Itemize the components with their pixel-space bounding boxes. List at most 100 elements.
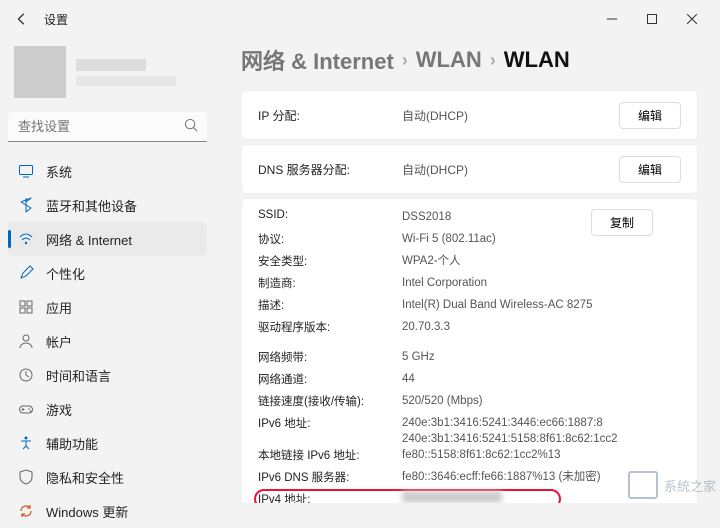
detail-row: 描述:Intel(R) Dual Band Wireless-AC 8275 [258, 297, 681, 319]
detail-row: 安全类型:WPA2-个人 [258, 253, 681, 275]
shield-icon [18, 469, 34, 485]
detail-label: IPv6 DNS 服务器: [258, 469, 402, 485]
sidebar-item-label: 个性化 [46, 264, 85, 283]
clock-icon [18, 367, 34, 383]
accessibility-icon [18, 435, 34, 451]
sidebar-item-label: 帐户 [46, 332, 72, 351]
detail-row: IPv6 DNS 服务器:fe80::3646:ecff:fe66:1887%1… [258, 469, 681, 491]
detail-label: 网络通道: [258, 371, 402, 387]
person-icon [18, 333, 34, 349]
detail-value: WPA2-个人 [402, 253, 681, 269]
brush-icon [18, 265, 34, 281]
ip-assignment-card: IP 分配: 自动(DHCP) 编辑 [241, 90, 698, 140]
breadcrumb-root[interactable]: 网络 & Internet [241, 44, 394, 76]
avatar [14, 46, 66, 98]
details-card: 复制 SSID:DSS2018协议:Wi-Fi 5 (802.11ac)安全类型… [241, 198, 698, 503]
sidebar-item-game[interactable]: 游戏 [8, 392, 207, 426]
detail-value: 20.70.3.3 [402, 319, 681, 335]
sidebar-item-label: 隐私和安全性 [46, 468, 124, 487]
sidebar-item-label: 辅助功能 [46, 434, 98, 453]
detail-row: IPv6 地址:240e:3b1:3416:5241:3446:ec66:188… [258, 415, 681, 447]
detail-row: 本地链接 IPv6 地址:fe80::5158:8f61:8c62:1cc2%1… [258, 447, 681, 469]
dns-edit-button[interactable]: 编辑 [619, 156, 681, 183]
detail-value: Intel Corporation [402, 275, 681, 291]
ip-assignment-value: 自动(DHCP) [402, 107, 619, 124]
search-box[interactable] [8, 112, 207, 142]
detail-label: IPv4 地址: [258, 491, 402, 503]
detail-row: 驱动程序版本:20.70.3.3 [258, 319, 681, 341]
sidebar-item-monitor[interactable]: 系统 [8, 154, 207, 188]
sidebar-item-label: 时间和语言 [46, 366, 111, 385]
detail-value: 44 [402, 371, 681, 387]
back-button[interactable] [8, 5, 36, 33]
breadcrumb-mid[interactable]: WLAN [416, 47, 482, 73]
dns-assignment-label: DNS 服务器分配: [258, 161, 402, 178]
detail-row: 链接速度(接收/传输):520/520 (Mbps) [258, 393, 681, 415]
window-title: 设置 [44, 11, 68, 28]
sidebar-item-label: 系统 [46, 162, 72, 181]
breadcrumb-current: WLAN [504, 47, 570, 73]
detail-label: 链接速度(接收/传输): [258, 393, 402, 409]
apps-icon [18, 299, 34, 315]
monitor-icon [18, 163, 34, 179]
sidebar-item-wifi[interactable]: 网络 & Internet [8, 222, 207, 256]
detail-label: 描述: [258, 297, 402, 313]
update-icon [18, 503, 34, 519]
breadcrumb: 网络 & Internet › WLAN › WLAN [241, 38, 698, 90]
sidebar-item-update[interactable]: Windows 更新 [8, 494, 207, 528]
detail-label: 协议: [258, 231, 402, 247]
detail-label: IPv6 地址: [258, 415, 402, 431]
detail-row: 网络通道:44 [258, 371, 681, 393]
detail-value [402, 491, 681, 503]
account-name-redacted [76, 59, 146, 71]
content: 网络 & Internet › WLAN › WLAN IP 分配: 自动(DH… [215, 38, 720, 503]
sidebar-item-label: Windows 更新 [46, 502, 128, 521]
dns-assignment-value: 自动(DHCP) [402, 161, 619, 178]
sidebar-item-bluetooth[interactable]: 蓝牙和其他设备 [8, 188, 207, 222]
sidebar: 系统蓝牙和其他设备网络 & Internet 个性化应用帐户时间和语言游戏辅助功能… [0, 38, 215, 503]
copy-button[interactable]: 复制 [591, 209, 653, 236]
chevron-right-icon: › [402, 50, 408, 71]
sidebar-item-label: 应用 [46, 298, 72, 317]
detail-value: 520/520 (Mbps) [402, 393, 681, 409]
close-button[interactable] [672, 4, 712, 34]
detail-label: 网络频带: [258, 349, 402, 365]
sidebar-item-label: 网络 & Internet [46, 230, 132, 249]
detail-label: 制造商: [258, 275, 402, 291]
detail-row: 网络频带:5 GHz [258, 349, 681, 371]
bluetooth-icon [18, 197, 34, 213]
sidebar-item-label: 游戏 [46, 400, 72, 419]
ip-edit-button[interactable]: 编辑 [619, 102, 681, 129]
detail-value: 240e:3b1:3416:5241:3446:ec66:1887:8240e:… [402, 415, 681, 447]
ip-assignment-label: IP 分配: [258, 107, 402, 124]
detail-label: SSID: [258, 209, 402, 221]
sidebar-item-shield[interactable]: 隐私和安全性 [8, 460, 207, 494]
detail-value: 5 GHz [402, 349, 681, 365]
titlebar: 设置 [0, 0, 720, 38]
sidebar-item-brush[interactable]: 个性化 [8, 256, 207, 290]
detail-value: fe80::3646:ecff:fe66:1887%13 (未加密) [402, 469, 681, 485]
search-icon [184, 118, 199, 138]
dns-assignment-card: DNS 服务器分配: 自动(DHCP) 编辑 [241, 144, 698, 194]
sidebar-item-clock[interactable]: 时间和语言 [8, 358, 207, 392]
maximize-button[interactable] [632, 4, 672, 34]
account-email-redacted [76, 76, 176, 86]
detail-label: 本地链接 IPv6 地址: [258, 447, 402, 463]
detail-label: 安全类型: [258, 253, 402, 269]
chevron-right-icon: › [490, 50, 496, 71]
detail-row: 制造商:Intel Corporation [258, 275, 681, 297]
detail-row: IPv4 地址: [258, 491, 681, 503]
sidebar-item-apps[interactable]: 应用 [8, 290, 207, 324]
detail-value: fe80::5158:8f61:8c62:1cc2%13 [402, 447, 681, 463]
detail-label: 驱动程序版本: [258, 319, 402, 335]
account-block[interactable] [8, 38, 207, 112]
wifi-icon [18, 231, 34, 247]
detail-value: Intel(R) Dual Band Wireless-AC 8275 [402, 297, 681, 313]
search-input[interactable] [8, 112, 207, 142]
minimize-button[interactable] [592, 4, 632, 34]
game-icon [18, 401, 34, 417]
sidebar-item-person[interactable]: 帐户 [8, 324, 207, 358]
sidebar-item-label: 蓝牙和其他设备 [46, 196, 137, 215]
nav-list: 系统蓝牙和其他设备网络 & Internet 个性化应用帐户时间和语言游戏辅助功能… [8, 154, 207, 528]
sidebar-item-accessibility[interactable]: 辅助功能 [8, 426, 207, 460]
